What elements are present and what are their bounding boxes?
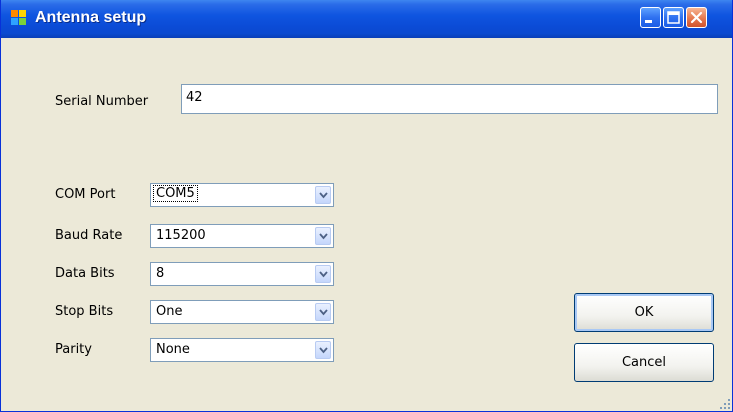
title-bar[interactable]: Antenna setup <box>1 0 732 38</box>
baud-rate-value: 115200 <box>156 228 206 243</box>
serial-number-value: 42 <box>186 90 203 105</box>
minimize-button[interactable] <box>640 7 661 28</box>
serial-number-label: Serial Number <box>55 94 149 109</box>
chevron-down-icon <box>319 233 328 240</box>
antenna-setup-window: Antenna setup Serial Number 42 COM Port <box>0 0 733 412</box>
baud-rate-dropdown-button[interactable] <box>315 227 331 245</box>
app-icon <box>11 10 26 25</box>
parity-dropdown-button[interactable] <box>315 341 331 359</box>
stop-bits-dropdown-button[interactable] <box>315 303 331 321</box>
com-port-value: COM5 <box>153 185 198 202</box>
parity-select[interactable]: None <box>150 338 334 362</box>
parity-value: None <box>156 342 190 357</box>
chevron-down-icon <box>319 192 328 199</box>
close-button[interactable] <box>686 7 707 28</box>
chevron-down-icon <box>319 347 328 354</box>
data-bits-dropdown-button[interactable] <box>315 265 331 283</box>
chevron-down-icon <box>319 271 328 278</box>
dialog-content: Serial Number 42 COM Port COM5 Baud Rate… <box>1 38 732 411</box>
ok-button[interactable]: OK <box>574 293 714 332</box>
cancel-button[interactable]: Cancel <box>574 343 714 382</box>
maximize-button[interactable] <box>663 7 684 28</box>
data-bits-value: 8 <box>156 266 165 281</box>
com-port-label: COM Port <box>55 187 116 202</box>
maximize-icon <box>667 11 680 24</box>
data-bits-select[interactable]: 8 <box>150 262 334 286</box>
minimize-icon <box>645 20 652 23</box>
resize-grip-icon[interactable] <box>720 399 730 409</box>
chevron-down-icon <box>319 309 328 316</box>
serial-number-input[interactable]: 42 <box>181 84 718 114</box>
close-icon <box>690 11 703 24</box>
stop-bits-label: Stop Bits <box>55 304 114 319</box>
stop-bits-value: One <box>156 304 183 319</box>
data-bits-label: Data Bits <box>55 266 115 281</box>
com-port-dropdown-button[interactable] <box>315 186 331 204</box>
baud-rate-label: Baud Rate <box>55 228 123 243</box>
parity-label: Parity <box>55 342 92 357</box>
stop-bits-select[interactable]: One <box>150 300 334 324</box>
window-title: Antenna setup <box>35 9 147 26</box>
com-port-select[interactable]: COM5 <box>150 183 334 207</box>
baud-rate-select[interactable]: 115200 <box>150 224 334 248</box>
